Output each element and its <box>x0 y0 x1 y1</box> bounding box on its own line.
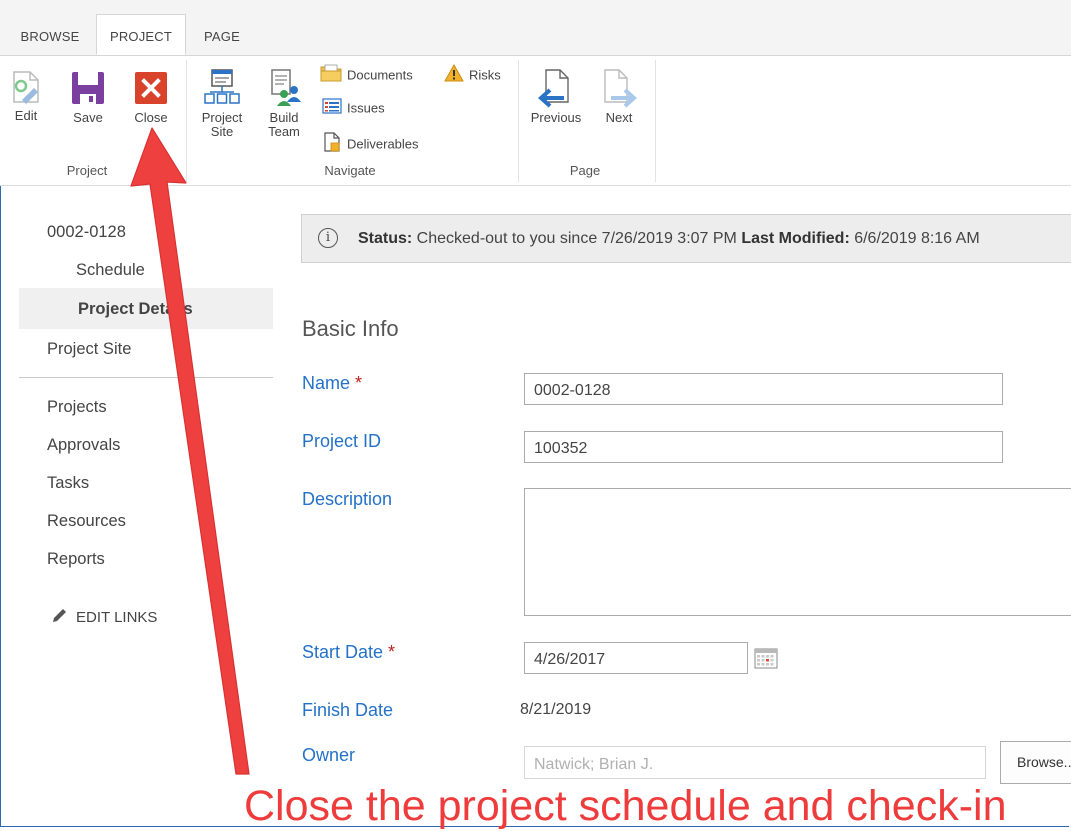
annotation-arrow <box>130 127 250 775</box>
annotation-caption: Close the project schedule and check-in <box>244 782 1007 830</box>
